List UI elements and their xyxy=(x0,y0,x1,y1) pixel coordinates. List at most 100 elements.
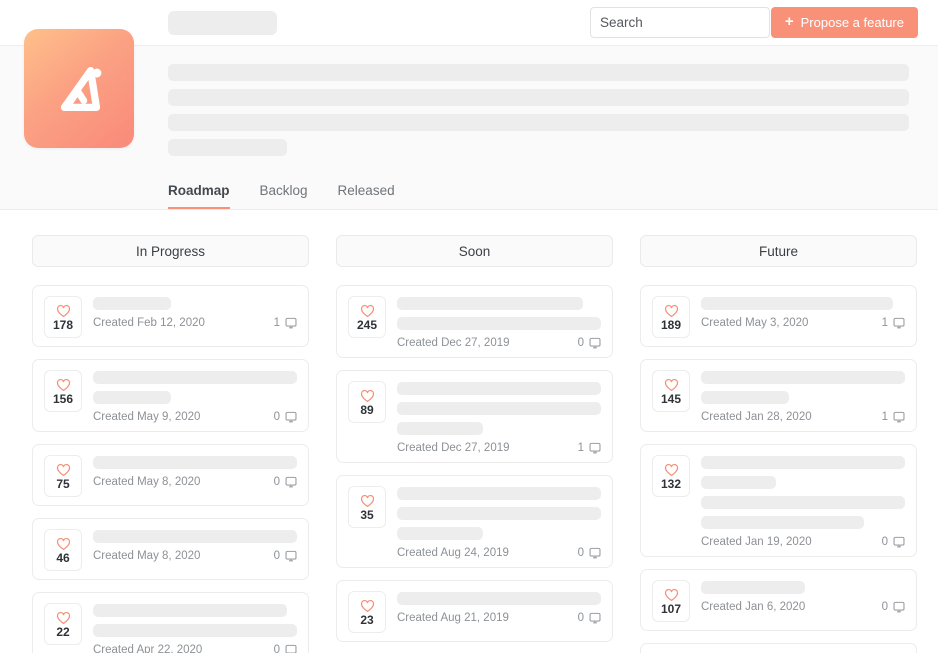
comment-count-group[interactable]: 0 xyxy=(274,644,297,653)
feature-title-skeleton xyxy=(701,476,777,489)
vote-button[interactable]: 178 xyxy=(44,296,82,338)
comment-count-group[interactable]: 0 xyxy=(274,476,297,488)
comment-count: 1 xyxy=(577,442,584,454)
comment-count-group[interactable]: 1 xyxy=(578,442,601,454)
feature-title-skeleton xyxy=(397,422,483,435)
feature-title-skeleton xyxy=(397,507,601,520)
feature-card-footer: Created Jan 6, 2020 0 xyxy=(701,601,905,613)
vote-button[interactable]: 23 xyxy=(348,591,386,633)
propose-feature-label: Propose a feature xyxy=(800,15,904,30)
comment-count-group[interactable]: 1 xyxy=(882,411,905,423)
column-header: In Progress xyxy=(32,235,309,267)
tab-backlog[interactable]: Backlog xyxy=(260,183,308,210)
feature-title-skeleton xyxy=(397,402,601,415)
created-date: Created Jan 28, 2020 xyxy=(701,411,812,423)
vote-count: 245 xyxy=(356,317,378,332)
comment-count: 1 xyxy=(881,411,888,423)
created-date: Created Feb 12, 2020 xyxy=(93,317,205,329)
search-container xyxy=(590,7,791,38)
comment-bubble-icon xyxy=(589,337,601,349)
feature-card[interactable]: 156 Created May 9, 2020 0 xyxy=(32,359,309,432)
created-date: Created Aug 24, 2019 xyxy=(397,547,509,559)
feature-card[interactable]: 178 Created Feb 12, 2020 1 xyxy=(32,285,309,347)
feature-title-skeleton xyxy=(93,391,171,404)
vote-count: 132 xyxy=(660,476,682,491)
vote-button[interactable]: 22 xyxy=(44,603,82,645)
comment-bubble-icon xyxy=(285,644,297,653)
comment-count-group[interactable]: 0 xyxy=(274,550,297,562)
comment-count-group[interactable]: 0 xyxy=(882,601,905,613)
board-column-future: Future 189 Created May 3, 2020 1 145 Created … xyxy=(640,235,917,653)
tab-roadmap[interactable]: Roadmap xyxy=(168,183,230,209)
vote-button[interactable]: 189 xyxy=(652,296,690,338)
vote-count: 178 xyxy=(52,317,74,332)
feature-card[interactable]: 132 Created Jan 19, 2020 0 xyxy=(640,444,917,557)
vote-button[interactable]: 156 xyxy=(44,370,82,412)
description-skeleton-line xyxy=(168,114,909,131)
feature-card-body: Created Aug 24, 2019 0 xyxy=(397,486,601,559)
search-box[interactable] xyxy=(590,7,791,38)
feature-title-skeleton xyxy=(701,456,905,469)
feature-card[interactable]: 145 Created Jan 28, 2020 1 xyxy=(640,359,917,432)
heart-icon xyxy=(56,304,71,318)
feature-card[interactable]: 75 Created May 8, 2020 0 xyxy=(32,444,309,506)
feature-card-body: Created Feb 12, 2020 1 xyxy=(93,296,297,329)
created-date: Created Aug 21, 2019 xyxy=(397,612,509,624)
vote-button[interactable]: 245 xyxy=(348,296,386,338)
comment-count: 0 xyxy=(881,536,888,548)
vote-button[interactable]: 89 xyxy=(348,381,386,423)
search-input[interactable] xyxy=(600,15,777,30)
feature-card-footer: Created Dec 27, 2019 1 xyxy=(397,442,601,454)
comment-count-group[interactable]: 0 xyxy=(882,536,905,548)
vote-button[interactable]: 107 xyxy=(652,580,690,622)
comment-count-group[interactable]: 1 xyxy=(274,317,297,329)
feature-card[interactable]: 23 Created Aug 21, 2019 0 xyxy=(336,580,613,642)
feature-card[interactable]: 107 Created Jan 6, 2020 0 xyxy=(640,569,917,631)
feature-card[interactable]: 189 Created May 3, 2020 1 xyxy=(640,285,917,347)
feature-card-footer: Created Aug 21, 2019 0 xyxy=(397,612,601,624)
feature-title-skeleton xyxy=(397,527,483,540)
feature-title-skeleton xyxy=(397,317,601,330)
description-skeleton-group xyxy=(168,64,909,164)
vote-button[interactable]: 145 xyxy=(652,370,690,412)
feature-card-footer: Created May 9, 2020 0 xyxy=(93,411,297,423)
propose-feature-button[interactable]: + Propose a feature xyxy=(770,7,918,38)
feature-title-skeleton xyxy=(397,297,583,310)
comment-count-group[interactable]: 1 xyxy=(882,317,905,329)
created-date: Created Dec 27, 2019 xyxy=(397,337,510,349)
vote-count: 156 xyxy=(52,391,74,406)
vote-button[interactable]: 35 xyxy=(348,486,386,528)
vote-button[interactable]: 132 xyxy=(652,455,690,497)
comment-count-group[interactable]: 0 xyxy=(578,547,601,559)
vote-count: 107 xyxy=(660,601,682,616)
feature-card[interactable]: 46 Created May 8, 2020 0 xyxy=(32,518,309,580)
feature-title-skeleton xyxy=(397,592,601,605)
heart-icon xyxy=(664,588,679,602)
feature-card[interactable]: 35 Created Aug 24, 2019 0 xyxy=(336,475,613,568)
comment-bubble-icon xyxy=(285,550,297,562)
comment-count-group[interactable]: 0 xyxy=(274,411,297,423)
feature-card-body: Created May 9, 2020 0 xyxy=(93,370,297,423)
feature-card[interactable]: 89 Created Dec 27, 2019 1 xyxy=(336,370,613,463)
tab-released[interactable]: Released xyxy=(338,183,395,210)
feature-title-skeleton xyxy=(701,371,905,384)
comment-count: 0 xyxy=(577,547,584,559)
vote-count: 23 xyxy=(360,612,374,627)
feature-title-skeleton xyxy=(93,371,297,384)
vote-button[interactable]: 46 xyxy=(44,529,82,571)
description-skeleton-line xyxy=(168,89,909,106)
feature-card-footer: Created Jan 28, 2020 1 xyxy=(701,411,905,423)
feature-card[interactable]: 245 Created Dec 27, 2019 0 xyxy=(336,285,613,358)
vote-count: 22 xyxy=(56,624,70,639)
feature-card[interactable] xyxy=(640,643,917,653)
app-logo-icon xyxy=(60,66,102,111)
description-skeleton-line xyxy=(168,139,287,156)
vote-button[interactable]: 75 xyxy=(44,455,82,497)
comment-count-group[interactable]: 0 xyxy=(578,337,601,349)
heart-icon xyxy=(664,304,679,318)
comment-count-group[interactable]: 0 xyxy=(578,612,601,624)
heart-icon xyxy=(56,463,71,477)
feature-card[interactable]: 22 Created Apr 22, 2020 0 xyxy=(32,592,309,653)
feature-card-footer: Created May 8, 2020 0 xyxy=(93,476,297,488)
feature-title-skeleton xyxy=(93,456,297,469)
